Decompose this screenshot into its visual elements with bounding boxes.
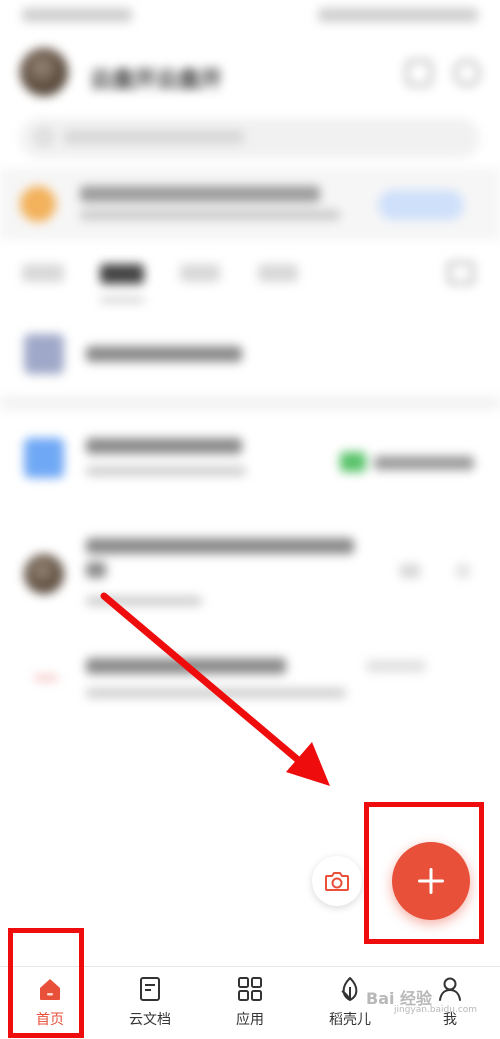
banner-icon (20, 186, 56, 222)
tab-3[interactable] (180, 264, 220, 282)
nav-label-daoke: 稻壳儿 (329, 1012, 371, 1028)
tab-2-active[interactable] (100, 264, 144, 284)
avatar[interactable] (20, 48, 68, 96)
nav-label-cloud-docs: 云文档 (129, 1012, 171, 1028)
list-item-subtitle (86, 466, 246, 476)
list-item-subtitle (86, 688, 346, 698)
more-icon[interactable] (456, 564, 470, 578)
section-divider (0, 396, 500, 410)
tab-indicator (100, 298, 144, 302)
tab-bar (0, 252, 500, 308)
banner-title (80, 186, 320, 202)
settings-icon[interactable] (454, 60, 480, 86)
list-item-time (366, 660, 426, 672)
star-icon[interactable] (400, 564, 420, 578)
file-icon (34, 676, 58, 680)
list-item-title-wrap (86, 562, 106, 578)
file-avatar (24, 554, 64, 594)
banner-subtitle (80, 210, 340, 220)
file-icon (24, 334, 64, 374)
nav-item-cloud-docs[interactable]: 云文档 (110, 975, 190, 1035)
user-icon (439, 977, 461, 1001)
search-placeholder (64, 130, 244, 144)
list-item-title (86, 538, 354, 554)
camera-icon (325, 872, 349, 891)
tab-4[interactable] (258, 264, 298, 282)
list-item[interactable] (0, 330, 500, 380)
folder-icon[interactable] (448, 262, 474, 284)
search-input[interactable] (20, 118, 480, 158)
promo-banner[interactable] (0, 168, 500, 240)
list-item[interactable] (0, 650, 500, 710)
grid-icon (238, 977, 262, 1001)
status-bar-indicators (318, 8, 478, 22)
list-item[interactable] (0, 432, 500, 492)
highlight-box-add-button (364, 802, 484, 944)
header: 云盘开云盘开 (20, 48, 480, 98)
list-item-title (86, 438, 242, 454)
scan-icon[interactable] (406, 60, 432, 86)
file-icon (24, 438, 64, 478)
nav-label-apps: 应用 (236, 1012, 264, 1028)
leaf-icon (341, 977, 358, 1001)
document-icon (140, 977, 160, 1001)
list-item[interactable] (0, 532, 500, 616)
status-bar-time (22, 8, 132, 22)
list-item-title (86, 658, 286, 674)
list-item-title (86, 346, 242, 362)
nav-item-apps[interactable]: 应用 (210, 975, 290, 1035)
banner-action-button[interactable] (378, 190, 464, 220)
highlight-box-home (8, 928, 84, 1038)
status-bar (22, 8, 478, 28)
tab-1[interactable] (22, 264, 64, 282)
camera-button[interactable] (312, 856, 362, 906)
list-item-subtitle (86, 596, 202, 606)
user-name: 云盘开云盘开 (90, 68, 223, 93)
wechat-icon (340, 452, 366, 472)
search-icon (36, 129, 52, 145)
watermark-sub: jingyan.baidu.com (394, 1005, 478, 1015)
list-item-source (374, 456, 474, 470)
